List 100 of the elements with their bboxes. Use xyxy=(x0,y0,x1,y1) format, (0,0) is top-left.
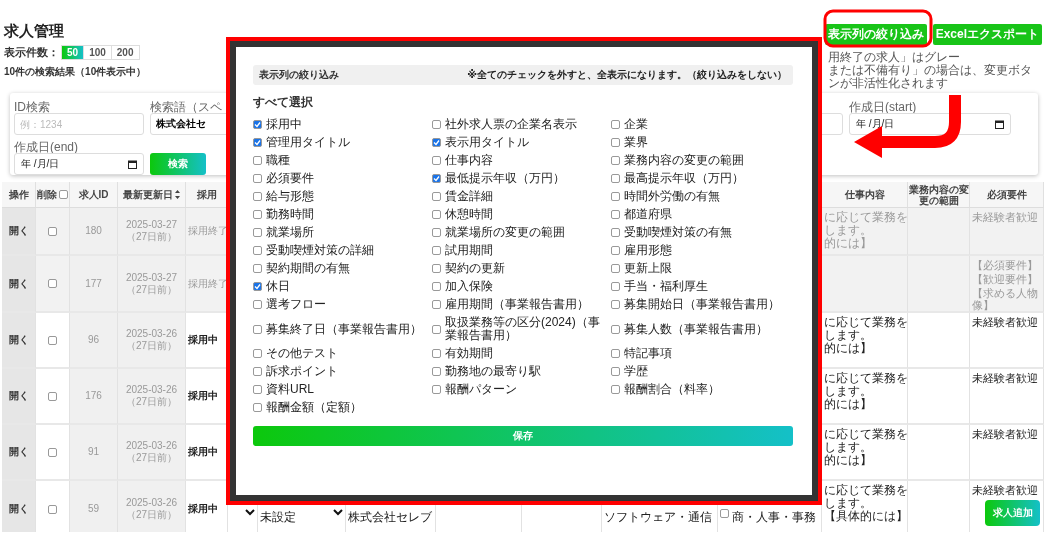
checkbox-label: 採用中 xyxy=(266,118,302,131)
checkbox[interactable] xyxy=(611,156,620,165)
checkbox[interactable] xyxy=(611,385,620,394)
checkbox[interactable] xyxy=(253,210,262,219)
checkbox[interactable] xyxy=(432,367,441,376)
select-value[interactable]: 未設定 xyxy=(260,509,296,526)
checkbox[interactable] xyxy=(48,226,57,236)
checkbox[interactable] xyxy=(611,349,620,358)
requirement-text: 未経験者歓迎 xyxy=(972,484,1038,496)
id-search-field[interactable]: 例：1234 xyxy=(14,113,144,135)
id-text: 91 xyxy=(87,446,100,458)
date-text: 2025-03-26 xyxy=(125,384,178,396)
checkbox[interactable] xyxy=(432,324,441,334)
checkbox[interactable] xyxy=(48,504,57,514)
calendar-icon[interactable] xyxy=(995,119,1004,129)
checkbox[interactable] xyxy=(611,246,620,255)
checkbox-label: 手当・福利厚生 xyxy=(624,280,708,293)
checkbox[interactable] xyxy=(432,156,441,165)
checkbox[interactable] xyxy=(253,300,262,309)
checkbox[interactable] xyxy=(253,324,262,334)
checkbox[interactable] xyxy=(432,174,441,183)
open-link[interactable]: 開く xyxy=(8,446,29,458)
checkbox[interactable] xyxy=(253,192,262,201)
checkbox[interactable] xyxy=(432,228,441,237)
checkbox[interactable] xyxy=(432,120,441,129)
job-description-line: します。 xyxy=(824,385,872,398)
checkbox-label: 選考フロー xyxy=(266,298,326,311)
checkbox[interactable] xyxy=(253,120,262,129)
checkbox[interactable] xyxy=(720,509,729,518)
checkbox[interactable] xyxy=(432,282,441,291)
column-header: 操作 xyxy=(2,182,36,208)
checkbox-label: 勤務地の最寄り駅 xyxy=(445,365,541,378)
checkbox[interactable] xyxy=(611,264,620,273)
job-description-line: に応じて業務を xyxy=(824,484,908,497)
checkbox[interactable] xyxy=(611,138,620,147)
checkbox[interactable] xyxy=(611,174,620,183)
open-link[interactable]: 開く xyxy=(8,277,29,290)
sort-icon[interactable] xyxy=(175,190,180,199)
select-all-link[interactable]: すべて選択 xyxy=(253,94,313,111)
job-description-line: 的には】 xyxy=(824,237,872,250)
page-size-option[interactable]: 100 xyxy=(83,45,112,60)
open-link[interactable]: 開く xyxy=(8,225,29,237)
open-link[interactable]: 開く xyxy=(8,503,29,515)
id-text: 59 xyxy=(87,503,100,515)
date-field[interactable]: 年 /月/日 xyxy=(14,153,144,175)
checkbox[interactable] xyxy=(253,403,262,412)
column-header: 削除 xyxy=(36,182,70,208)
checkbox-label: 仕事内容 xyxy=(445,154,493,167)
field-label: 検索語（スペ xyxy=(150,101,222,113)
checkbox[interactable] xyxy=(59,190,68,199)
checkbox[interactable] xyxy=(48,335,57,345)
checkbox[interactable] xyxy=(253,174,262,183)
days-ago-text: （27日前） xyxy=(125,283,178,296)
checkbox[interactable] xyxy=(432,210,441,219)
checkbox[interactable] xyxy=(432,300,441,309)
checkbox[interactable] xyxy=(253,138,262,147)
checkbox[interactable] xyxy=(253,228,262,237)
checkbox[interactable] xyxy=(432,192,441,201)
checkbox-label: 雇用形態 xyxy=(624,244,672,257)
checkbox[interactable] xyxy=(432,246,441,255)
checkbox[interactable] xyxy=(48,447,57,457)
checkbox[interactable] xyxy=(253,264,262,273)
note-text: 用終了の求人」はグレー xyxy=(828,51,961,64)
checkbox[interactable] xyxy=(253,367,262,376)
page-size-label: 表示件数： xyxy=(4,45,59,60)
checkbox[interactable] xyxy=(432,385,441,394)
checkbox-label: 学歴 xyxy=(624,365,648,378)
job-description-line: に応じて業務を xyxy=(824,316,908,329)
checkbox[interactable] xyxy=(253,282,262,291)
days-ago-text: （27日前） xyxy=(125,231,178,243)
checkbox-label: 時間外労働の有無 xyxy=(624,190,720,203)
status-text: 採用終了 xyxy=(188,277,228,290)
checkbox[interactable] xyxy=(611,367,620,376)
checkbox[interactable] xyxy=(253,385,262,394)
field-label: 作成日(start) xyxy=(849,101,917,113)
checkbox[interactable] xyxy=(432,349,441,358)
checkbox[interactable] xyxy=(611,300,620,309)
job-description-line: します。 xyxy=(824,441,872,454)
checkbox[interactable] xyxy=(611,120,620,129)
select-value[interactable]: ソフトウェア・通信 xyxy=(604,509,712,526)
requirement-text: 未経験者歓迎 xyxy=(972,211,1038,223)
column-header: 求人ID xyxy=(70,182,118,208)
checkbox[interactable] xyxy=(253,246,262,255)
calendar-icon[interactable] xyxy=(128,159,137,169)
checkbox-label: 特記事項 xyxy=(624,347,672,360)
checkbox[interactable] xyxy=(611,210,620,219)
checkbox[interactable] xyxy=(611,324,620,334)
checkbox[interactable] xyxy=(432,138,441,147)
checkbox[interactable] xyxy=(611,192,620,201)
checkbox[interactable] xyxy=(611,282,620,291)
checkbox[interactable] xyxy=(611,228,620,237)
checkbox[interactable] xyxy=(253,156,262,165)
checkbox[interactable] xyxy=(48,391,57,401)
checkbox[interactable] xyxy=(432,264,441,273)
page-size-option[interactable]: 200 xyxy=(110,45,140,60)
checkbox[interactable] xyxy=(48,279,57,288)
checkbox-label: 休日 xyxy=(266,280,290,293)
open-link[interactable]: 開く xyxy=(8,334,29,346)
checkbox[interactable] xyxy=(253,349,262,358)
open-link[interactable]: 開く xyxy=(8,390,29,402)
